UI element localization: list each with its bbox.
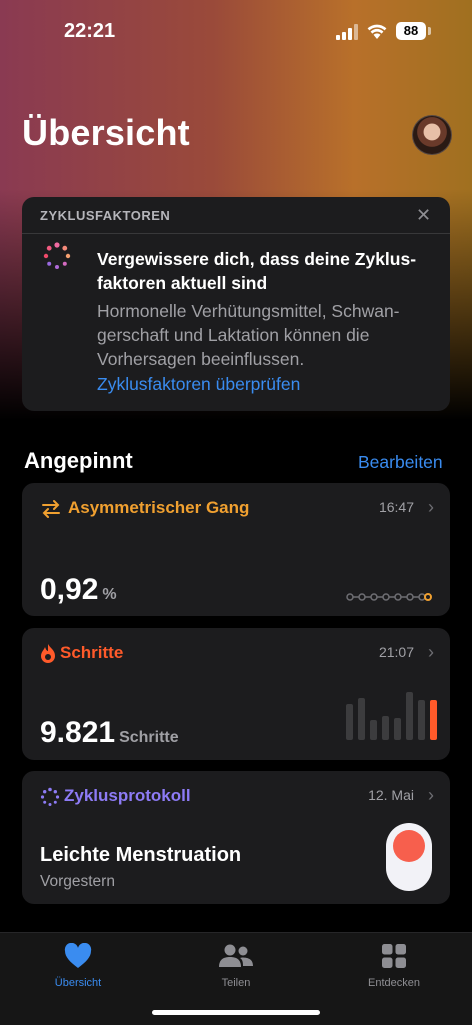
cycle-period-indicator — [386, 823, 432, 891]
heart-icon — [64, 942, 92, 968]
flame-icon — [41, 644, 55, 663]
status-time: 22:21 — [64, 20, 116, 42]
gait-value-row: 0,92% — [40, 573, 117, 607]
status-bar: 22:21 88 — [0, 0, 472, 64]
people-icon — [219, 944, 253, 967]
home-indicator — [152, 1010, 320, 1015]
grid-icon — [382, 944, 406, 968]
cycle-tracking-icon — [43, 242, 71, 269]
cycle-factors-label: ZYKLUSFAKTOREN — [40, 208, 171, 223]
tab-summary-label: Übersicht — [54, 977, 102, 989]
cycle-factors-header: ZYKLUSFAKTOREN ✕ — [22, 197, 450, 234]
battery-indicator: 88 — [396, 22, 426, 40]
gait-asymmetry-card[interactable]: Asymmetrischer Gang 16:47 › 0,92% — [22, 483, 450, 616]
gait-time: 16:47 — [378, 499, 414, 515]
gait-trend-dots — [346, 593, 432, 601]
steps-bar — [370, 720, 377, 740]
steps-card[interactable]: Schritte 21:07 › 9.821 Schritte — [22, 628, 450, 760]
pinned-section-title: Angepinnt — [24, 448, 133, 473]
tab-browse[interactable]: Entdecken — [334, 937, 454, 989]
gait-title: Asymmetrischer Gang — [68, 498, 250, 517]
cycle-log-when: Vorgestern — [40, 873, 115, 890]
cycle-factors-title: Vergewissere dich, dass deine Zyklus-fak… — [97, 249, 417, 293]
steps-bar — [358, 698, 365, 740]
tab-summary[interactable]: Übersicht — [18, 937, 138, 989]
steps-bar-chart — [346, 692, 437, 740]
cycle-log-date: 12. Mai — [368, 787, 414, 803]
chevron-right-icon: › — [428, 642, 434, 662]
battery-tip — [428, 27, 431, 35]
steps-title: Schritte — [60, 643, 124, 662]
steps-value-row: 9.821 Schritte — [40, 716, 179, 750]
cycle-log-icon — [40, 787, 60, 806]
tab-sharing-label: Teilen — [221, 977, 251, 989]
review-cycle-factors-link[interactable]: Zyklusfaktoren überprüfen — [97, 374, 300, 395]
wifi-icon — [367, 24, 387, 39]
cycle-log-card[interactable]: Zyklusprotokoll 12. Mai › Leichte Menstr… — [22, 771, 450, 904]
tab-browse-label: Entdecken — [368, 977, 420, 989]
arrows-swap-icon — [42, 500, 60, 518]
steps-bar — [394, 718, 401, 740]
tab-sharing[interactable]: Teilen — [176, 937, 296, 989]
edit-button[interactable]: Bearbeiten — [358, 452, 443, 473]
profile-avatar[interactable] — [412, 115, 452, 155]
steps-value: 9.821 — [40, 716, 116, 749]
cellular-signal-icon — [336, 24, 358, 40]
steps-bar — [406, 692, 413, 740]
steps-bar-current — [430, 700, 437, 740]
chevron-right-icon: › — [428, 497, 434, 517]
steps-bar — [382, 716, 389, 740]
steps-unit: Schritte — [119, 729, 179, 746]
steps-time: 21:07 — [378, 644, 414, 660]
gait-value: 0,92 — [40, 573, 99, 606]
period-dot — [393, 830, 425, 862]
chevron-right-icon: › — [428, 785, 434, 805]
page-title: Übersicht — [22, 112, 190, 153]
gait-unit: % — [102, 586, 117, 603]
steps-bar — [346, 704, 353, 740]
cycle-factors-card: ZYKLUSFAKTOREN ✕ Vergewissere dich, dass… — [22, 197, 450, 411]
steps-bar — [418, 700, 425, 740]
cycle-factors-body: Hormonelle Verhütungsmittel, Schwan-gers… — [97, 301, 400, 369]
cycle-log-entry: Leichte Menstruation — [40, 844, 242, 866]
close-icon[interactable]: ✕ — [416, 205, 431, 226]
cycle-log-title: Zyklusprotokoll — [64, 786, 191, 805]
